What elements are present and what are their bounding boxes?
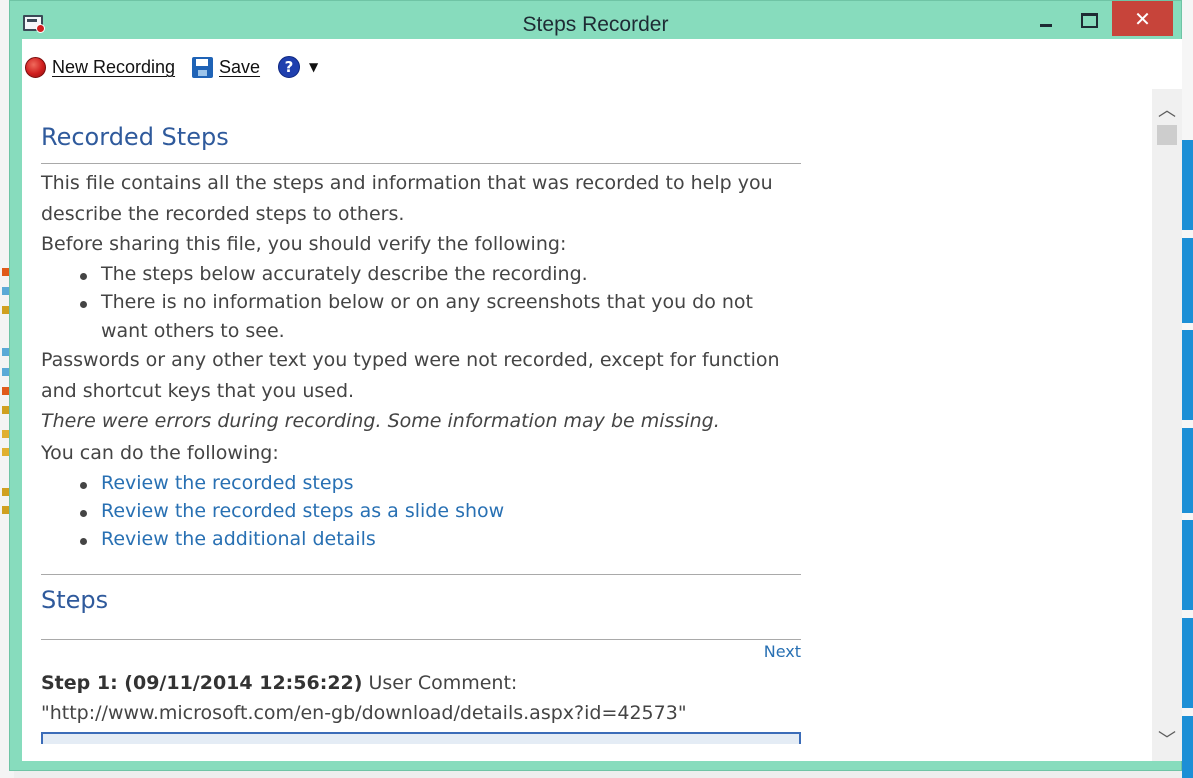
review-link-item: Review the recorded steps <box>80 469 801 497</box>
new-recording-label: New Recording <box>52 57 176 77</box>
verify-intro: Before sharing this file, you should ver… <box>41 233 567 255</box>
steps-heading: Steps <box>41 585 109 614</box>
background-accent <box>1182 238 1193 323</box>
review-slideshow-link[interactable]: Review the recorded steps as a slide sho… <box>101 500 504 522</box>
scroll-up-icon[interactable]: ︿ <box>1152 95 1182 123</box>
window-title: Steps Recorder <box>522 13 669 36</box>
maximize-button[interactable] <box>1071 1 1107 39</box>
review-link-item: Review the recorded steps as a slide sho… <box>80 497 801 525</box>
intro-text-line-2: describe the recorded steps to others. <box>41 202 405 225</box>
record-icon <box>25 57 46 78</box>
verify-item-text: The steps below accurately describe the … <box>101 262 588 285</box>
save-icon <box>192 57 213 78</box>
background-accent <box>1182 520 1193 610</box>
verify-list: The steps below accurately describe the … <box>41 260 801 346</box>
section-divider <box>41 163 801 164</box>
background-window-right <box>1182 0 1193 778</box>
recorded-steps-heading: Recorded Steps <box>41 123 229 151</box>
background-accent <box>1182 140 1193 230</box>
next-row: Next <box>41 640 801 668</box>
step-1-comment-label: User Comment: <box>362 671 518 694</box>
document-content: Recorded Steps This file contains all th… <box>41 119 801 744</box>
help-button[interactable]: ? ▼ <box>278 56 318 78</box>
maximize-icon <box>1080 12 1098 28</box>
scroll-down-icon[interactable]: ﹀ <box>1152 725 1182 753</box>
new-recording-button[interactable]: New Recording <box>25 57 175 78</box>
review-steps-link[interactable]: Review the recorded steps <box>101 472 354 494</box>
intro-text-line-1: This file contains all the steps and inf… <box>41 172 773 194</box>
close-button[interactable]: ✕ <box>1112 1 1173 36</box>
verify-item-text: There is no information below or on any … <box>101 291 753 313</box>
save-button[interactable]: Save <box>192 57 260 78</box>
review-links-list: Review the recorded steps Review the rec… <box>41 469 801 553</box>
review-link-item: Review the additional details <box>80 525 801 553</box>
toolbar: New Recording Save ? ▼ <box>22 39 1182 89</box>
errors-note: There were errors during recording. Some… <box>41 410 720 432</box>
verify-item: The steps below accurately describe the … <box>80 260 801 289</box>
minimize-icon <box>1040 23 1052 27</box>
background-accent <box>1182 330 1193 420</box>
close-icon: ✕ <box>1134 6 1151 31</box>
next-link[interactable]: Next <box>764 642 801 661</box>
verify-item: There is no information below or on any … <box>80 288 801 345</box>
vertical-scrollbar[interactable]: ︿ ﹀ <box>1152 89 1182 761</box>
help-icon: ? <box>278 56 300 78</box>
background-accent <box>1182 716 1193 778</box>
options-intro: You can do the following: <box>41 441 279 464</box>
background-accent <box>1182 618 1193 708</box>
step-1-comment: "http://www.microsoft.com/en-gb/download… <box>41 701 687 724</box>
section-divider <box>41 573 801 575</box>
step-1-header: Step 1: (09/11/2014 12:56:22) User Comme… <box>41 668 801 698</box>
dropdown-arrow-icon[interactable]: ▼ <box>309 60 318 74</box>
step-1-label: Step 1: (09/11/2014 12:56:22) <box>41 671 363 694</box>
passwords-note-line-1: Passwords or any other text you typed we… <box>41 349 780 371</box>
client-area: New Recording Save ? ▼ Recorded Steps Th… <box>22 39 1182 761</box>
background-accent <box>1182 428 1193 513</box>
passwords-note-line-2: and shortcut keys that you used. <box>41 379 355 402</box>
step-1-screenshot <box>41 731 801 744</box>
save-label: Save <box>219 57 261 77</box>
document-view[interactable]: Recorded Steps This file contains all th… <box>22 89 1152 761</box>
verify-item-text-continued: want others to see. <box>101 319 285 342</box>
scrollbar-thumb[interactable] <box>1157 125 1177 145</box>
review-details-link[interactable]: Review the additional details <box>101 528 376 550</box>
steps-recorder-window: Steps Recorder ✕ New Recording Save ? ▼ <box>9 0 1182 771</box>
minimize-button[interactable] <box>1028 1 1064 39</box>
